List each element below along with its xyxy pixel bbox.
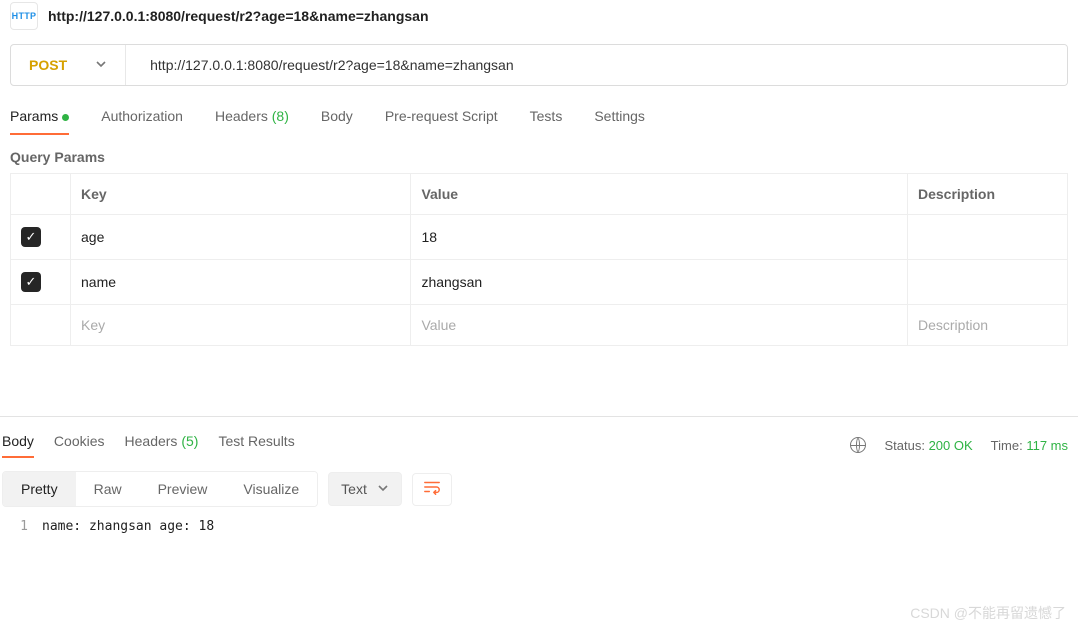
status-value: 200 OK [929,438,973,453]
view-visualize-button[interactable]: Visualize [225,472,317,506]
response-tab-headers-label: Headers [125,433,178,449]
response-type-select[interactable]: Text [328,472,402,506]
table-row: ✓ age 18 [11,215,1068,260]
tab-headers-label: Headers [215,108,268,124]
row-checkbox[interactable]: ✓ [21,272,41,292]
time-label: Time: [991,438,1023,453]
response-tab-headers-count: (5) [181,433,198,449]
view-raw-button[interactable]: Raw [76,472,140,506]
response-tabs: Body Cookies Headers (5) Test Results [0,433,295,457]
param-description-cell[interactable] [908,260,1068,305]
tab-authorization[interactable]: Authorization [101,108,183,134]
param-description-cell[interactable] [908,215,1068,260]
globe-icon[interactable] [850,437,866,453]
view-preview-button[interactable]: Preview [140,472,226,506]
column-toggle [11,174,71,215]
column-key: Key [71,174,411,215]
param-key-cell[interactable]: name [71,260,411,305]
response-tab-body[interactable]: Body [2,433,34,457]
request-bar: POST [10,44,1068,86]
response-type-label: Text [341,481,367,497]
param-value-placeholder[interactable]: Value [411,305,908,346]
tab-settings[interactable]: Settings [594,108,645,134]
line-number: 1 [16,519,42,534]
view-pretty-button[interactable]: Pretty [3,472,76,506]
row-checkbox[interactable]: ✓ [21,227,41,247]
tab-params[interactable]: Params [10,108,69,134]
response-tab-cookies[interactable]: Cookies [54,433,105,457]
status-label: Status: [884,438,924,453]
column-description: Description [908,174,1068,215]
http-icon: HTTP [10,2,38,30]
watermark: CSDN @不能再留遗憾了 [910,603,1066,623]
tab-pre-request-script[interactable]: Pre-request Script [385,108,498,134]
http-method-label: POST [29,57,67,73]
table-row: ✓ name zhangsan [11,260,1068,305]
param-key-cell[interactable]: age [71,215,411,260]
response-toolbar: Pretty Raw Preview Visualize Text [0,457,1078,513]
request-title: http://127.0.0.1:8080/request/r2?age=18&… [48,8,429,24]
time-value: 117 ms [1026,438,1068,453]
chevron-down-icon [377,481,389,497]
query-params-table: Key Value Description ✓ age 18 ✓ name zh… [10,173,1068,346]
response-body-line: name: zhangsan age: 18 [42,519,214,534]
response-body-area[interactable]: 1 name: zhangsan age: 18 [0,513,1078,534]
column-value: Value [411,174,908,215]
table-row-new[interactable]: Key Value Description [11,305,1068,346]
response-tab-headers[interactable]: Headers (5) [125,433,199,457]
param-value-cell[interactable]: 18 [411,215,908,260]
tab-headers-count: (8) [272,108,289,124]
param-description-placeholder[interactable]: Description [908,305,1068,346]
param-value-cell[interactable]: zhangsan [411,260,908,305]
tab-params-label: Params [10,108,58,124]
wrap-lines-button[interactable] [412,473,452,506]
response-tab-test-results[interactable]: Test Results [218,433,294,457]
param-key-placeholder[interactable]: Key [71,305,411,346]
request-url-input[interactable] [126,45,1067,85]
http-method-select[interactable]: POST [11,45,126,85]
params-active-dot-icon [62,114,69,121]
chevron-down-icon [95,57,107,73]
request-tabs: Params Authorization Headers (8) Body Pr… [0,86,1078,135]
tab-headers[interactable]: Headers (8) [215,108,289,134]
response-meta: Status: 200 OK Time: 117 ms [850,437,1068,453]
tab-body[interactable]: Body [321,108,353,134]
tab-tests[interactable]: Tests [530,108,563,134]
query-params-title: Query Params [0,135,1078,173]
